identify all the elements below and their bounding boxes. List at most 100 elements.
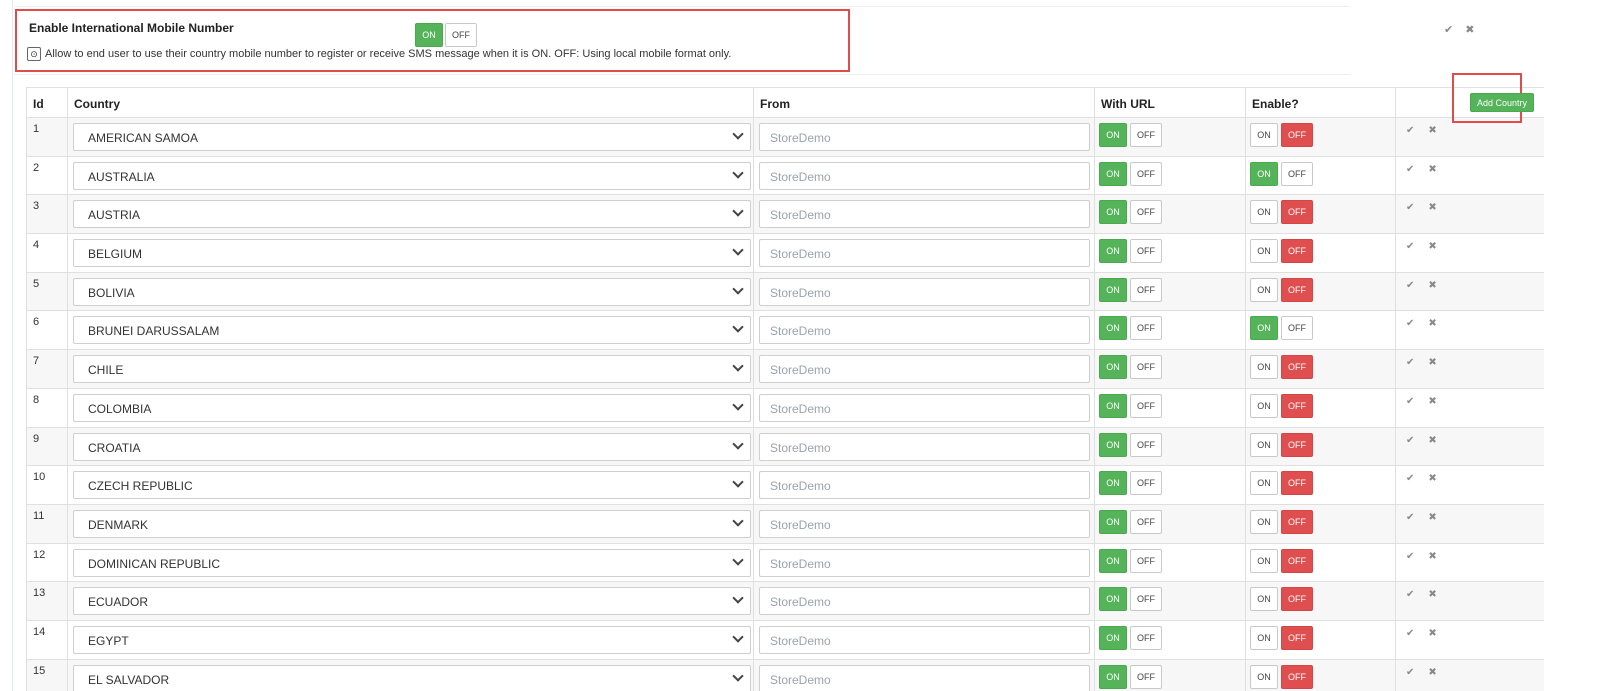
enable-on-button[interactable]: ON — [1250, 471, 1278, 496]
country-select[interactable]: COLOMBIA — [73, 393, 751, 422]
from-input[interactable]: StoreDemo — [759, 587, 1090, 616]
cancel-icon[interactable]: ✖ — [1428, 628, 1436, 639]
with-url-off-button[interactable]: OFF — [1130, 432, 1162, 457]
from-input[interactable]: StoreDemo — [759, 316, 1090, 345]
with-url-on-button[interactable]: ON — [1099, 316, 1127, 341]
with-url-off-button[interactable]: OFF — [1130, 161, 1162, 186]
confirm-icon[interactable]: ✔ — [1406, 396, 1414, 407]
country-select[interactable]: CZECH REPUBLIC — [73, 471, 751, 500]
cancel-icon[interactable]: ✖ — [1428, 164, 1436, 175]
cancel-icon[interactable]: ✖ — [1428, 202, 1436, 213]
with-url-off-button[interactable]: OFF — [1130, 239, 1162, 264]
enable-off-button[interactable]: OFF — [1281, 509, 1313, 534]
enable-off-button[interactable]: OFF — [1281, 548, 1313, 573]
cancel-icon[interactable]: ✖ — [1428, 512, 1436, 523]
with-url-on-button[interactable]: ON — [1099, 277, 1127, 302]
confirm-icon[interactable]: ✔ — [1406, 473, 1414, 484]
confirm-icon[interactable]: ✔ — [1406, 435, 1414, 446]
with-url-on-button[interactable]: ON — [1099, 664, 1127, 689]
cancel-icon[interactable]: ✖ — [1428, 589, 1436, 600]
with-url-on-button[interactable]: ON — [1099, 548, 1127, 573]
from-input[interactable]: StoreDemo — [759, 664, 1090, 691]
country-select[interactable]: AUSTRALIA — [73, 161, 751, 190]
with-url-off-button[interactable]: OFF — [1130, 316, 1162, 341]
with-url-off-button[interactable]: OFF — [1130, 123, 1162, 147]
confirm-icon[interactable]: ✔ — [1406, 357, 1414, 368]
enable-off-button[interactable]: OFF — [1281, 625, 1313, 650]
from-input[interactable]: StoreDemo — [759, 161, 1090, 190]
with-url-off-button[interactable]: OFF — [1130, 664, 1162, 689]
info-icon[interactable]: ⊙ — [27, 47, 41, 61]
with-url-on-button[interactable]: ON — [1099, 200, 1127, 225]
enable-on-button[interactable]: ON — [1250, 548, 1278, 573]
country-select[interactable]: DENMARK — [73, 509, 751, 538]
country-select[interactable]: BOLIVIA — [73, 277, 751, 306]
from-input[interactable]: StoreDemo — [759, 509, 1090, 538]
enable-off-button[interactable]: OFF — [1281, 471, 1313, 496]
from-input[interactable]: StoreDemo — [759, 355, 1090, 384]
from-input[interactable]: StoreDemo — [759, 123, 1090, 151]
confirm-icon[interactable]: ✔ — [1406, 589, 1414, 600]
with-url-on-button[interactable]: ON — [1099, 587, 1127, 612]
enable-on-button[interactable]: ON — [1250, 509, 1278, 534]
with-url-off-button[interactable]: OFF — [1130, 200, 1162, 225]
enable-off-button[interactable]: OFF — [1281, 355, 1313, 380]
enable-off-button[interactable]: OFF — [1281, 200, 1313, 225]
cancel-icon[interactable]: ✖ — [1428, 551, 1436, 562]
country-select[interactable]: AUSTRIA — [73, 200, 751, 229]
from-input[interactable]: StoreDemo — [759, 393, 1090, 422]
international-mobile-on-button[interactable]: ON — [415, 23, 443, 47]
cancel-icon[interactable]: ✖ — [1428, 435, 1436, 446]
from-input[interactable]: StoreDemo — [759, 239, 1090, 268]
enable-on-button[interactable]: ON — [1250, 161, 1278, 186]
country-select[interactable]: AMERICAN SAMOA — [73, 123, 751, 151]
with-url-on-button[interactable]: ON — [1099, 625, 1127, 650]
enable-off-button[interactable]: OFF — [1281, 277, 1313, 302]
with-url-off-button[interactable]: OFF — [1130, 509, 1162, 534]
country-select[interactable]: ECUADOR — [73, 587, 751, 616]
cancel-icon[interactable]: ✖ — [1428, 357, 1436, 368]
enable-on-button[interactable]: ON — [1250, 123, 1278, 147]
with-url-on-button[interactable]: ON — [1099, 161, 1127, 186]
confirm-icon[interactable]: ✔ — [1406, 164, 1414, 175]
with-url-off-button[interactable]: OFF — [1130, 393, 1162, 418]
with-url-off-button[interactable]: OFF — [1130, 548, 1162, 573]
with-url-on-button[interactable]: ON — [1099, 123, 1127, 147]
enable-off-button[interactable]: OFF — [1281, 587, 1313, 612]
enable-off-button[interactable]: OFF — [1281, 432, 1313, 457]
with-url-off-button[interactable]: OFF — [1130, 355, 1162, 380]
with-url-on-button[interactable]: ON — [1099, 432, 1127, 457]
country-select[interactable]: DOMINICAN REPUBLIC — [73, 548, 751, 577]
confirm-icon[interactable]: ✔ — [1406, 512, 1414, 523]
enable-on-button[interactable]: ON — [1250, 355, 1278, 380]
with-url-on-button[interactable]: ON — [1099, 509, 1127, 534]
enable-off-button[interactable]: OFF — [1281, 161, 1313, 186]
international-mobile-off-button[interactable]: OFF — [445, 23, 477, 47]
enable-off-button[interactable]: OFF — [1281, 123, 1313, 147]
enable-on-button[interactable]: ON — [1250, 664, 1278, 689]
enable-on-button[interactable]: ON — [1250, 393, 1278, 418]
with-url-on-button[interactable]: ON — [1099, 355, 1127, 380]
confirm-icon[interactable]: ✔ — [1406, 667, 1414, 678]
cancel-icon[interactable]: ✖ — [1428, 667, 1436, 678]
from-input[interactable]: StoreDemo — [759, 277, 1090, 306]
enable-on-button[interactable]: ON — [1250, 587, 1278, 612]
from-input[interactable]: StoreDemo — [759, 432, 1090, 461]
cancel-icon[interactable]: ✖ — [1428, 318, 1436, 329]
enable-on-button[interactable]: ON — [1250, 239, 1278, 264]
enable-on-button[interactable]: ON — [1250, 277, 1278, 302]
confirm-icon[interactable]: ✔ — [1406, 241, 1414, 252]
enable-off-button[interactable]: OFF — [1281, 393, 1313, 418]
confirm-icon[interactable]: ✔ — [1406, 318, 1414, 329]
cancel-icon[interactable]: ✖ — [1428, 241, 1436, 252]
cancel-icon[interactable]: ✖ — [1428, 396, 1436, 407]
confirm-icon[interactable]: ✔ — [1406, 551, 1414, 562]
enable-on-button[interactable]: ON — [1250, 432, 1278, 457]
enable-on-button[interactable]: ON — [1250, 200, 1278, 225]
confirm-icon[interactable]: ✔ — [1406, 125, 1414, 136]
confirm-icon[interactable]: ✔ — [1406, 202, 1414, 213]
with-url-off-button[interactable]: OFF — [1130, 277, 1162, 302]
with-url-off-button[interactable]: OFF — [1130, 587, 1162, 612]
country-select[interactable]: CHILE — [73, 355, 751, 384]
cancel-icon[interactable]: ✖ — [1428, 125, 1436, 136]
